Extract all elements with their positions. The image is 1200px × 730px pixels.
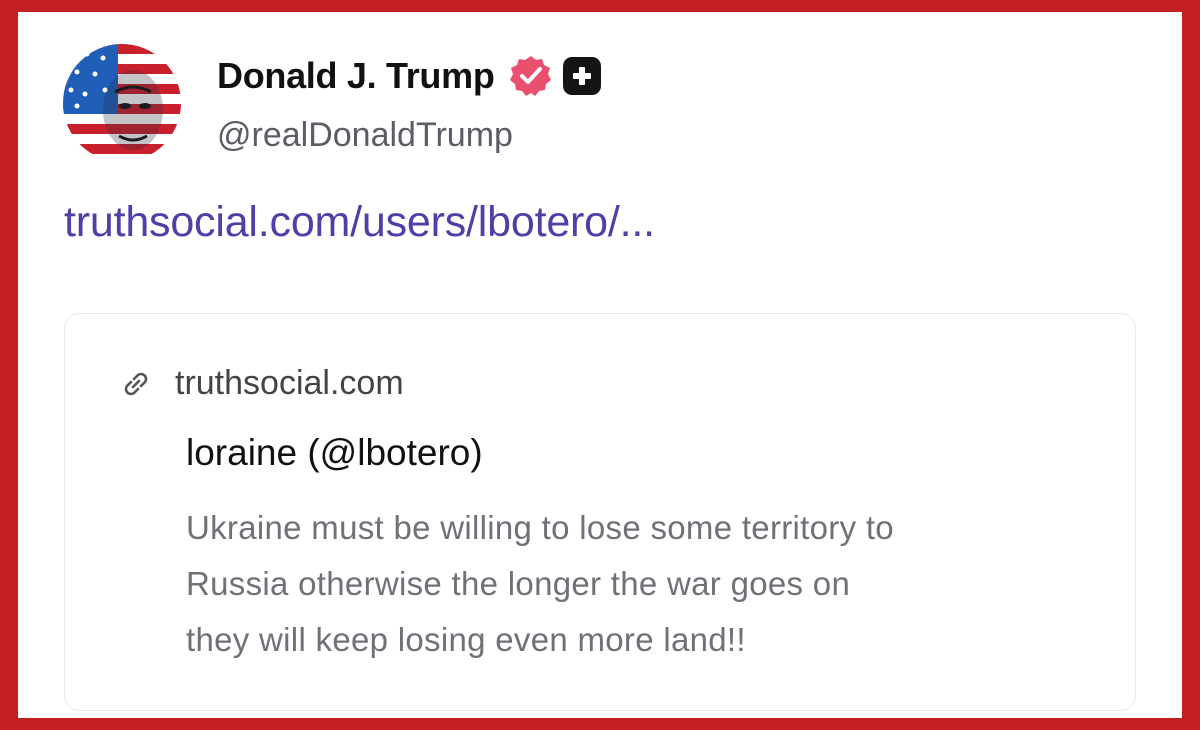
link-card-description: Ukraine must be willing to lose some ter… [186, 500, 1106, 668]
author-display-name[interactable]: Donald J. Trump [217, 55, 495, 97]
link-preview-card[interactable]: truthsocial.com loraine (@lbotero) Ukrai… [64, 313, 1136, 711]
plus-badge-icon [562, 57, 601, 95]
link-card-description-line: they will keep losing even more land!! [186, 621, 746, 658]
link-card-domain-row: truthsocial.com [119, 364, 404, 403]
link-card-domain: truthsocial.com [175, 364, 404, 402]
post-link[interactable]: truthsocial.com/users/lbotero/... [64, 198, 655, 247]
avatar[interactable] [63, 44, 181, 162]
verified-badge-icon [509, 54, 553, 98]
link-icon [119, 367, 153, 401]
link-card-description-line: Ukraine must be willing to lose some ter… [186, 509, 894, 546]
author-name-row: Donald J. Trump [217, 50, 601, 102]
link-card-title: loraine (@lbotero) [186, 432, 483, 473]
post-frame: Donald J. Trump @realDonaldTrump truthso… [18, 12, 1182, 718]
author-handle[interactable]: @realDonaldTrump [217, 116, 513, 155]
link-card-description-line: Russia otherwise the longer the war goes… [186, 565, 851, 602]
